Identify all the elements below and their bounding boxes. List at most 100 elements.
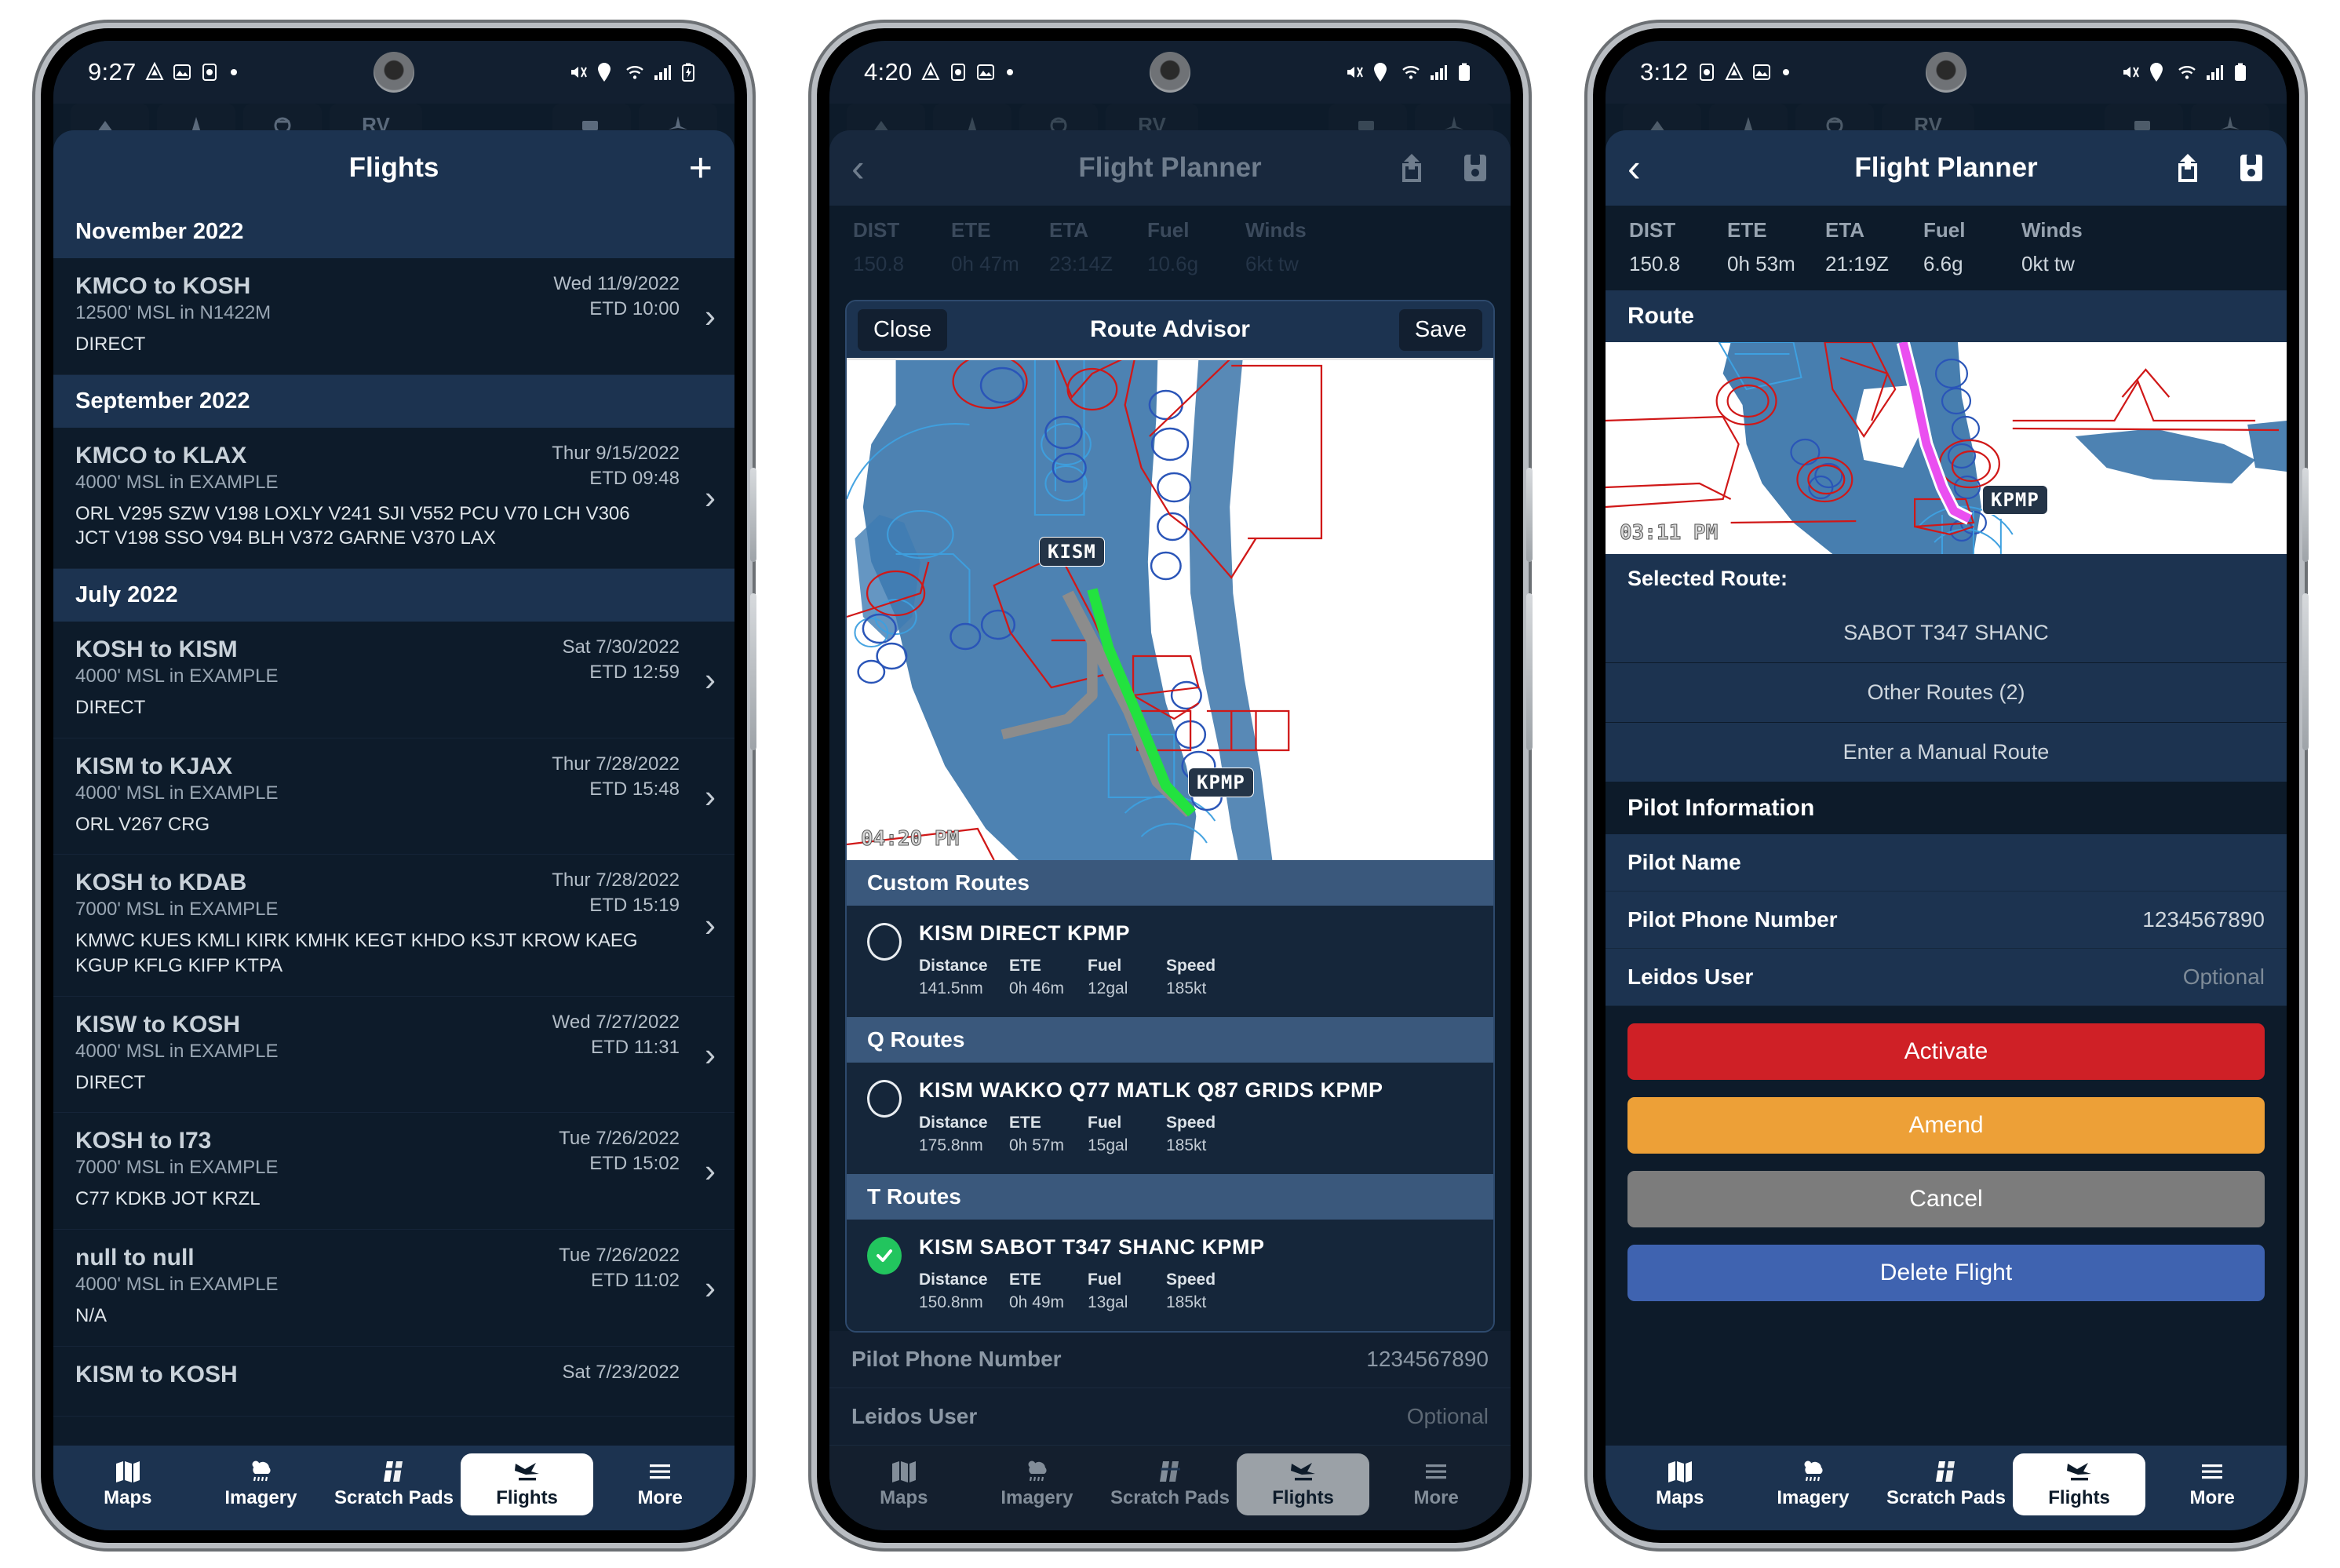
save-icon[interactable] [1462, 152, 1489, 184]
route-map[interactable]: KPMP 03:11 PM [1606, 342, 2287, 554]
activate-button[interactable]: Activate [1627, 1023, 2265, 1080]
row-key: Pilot Name [1627, 850, 1741, 874]
radio-unselected-icon[interactable] [867, 1080, 902, 1118]
route-advisor-map[interactable]: KISM KPMP 04:20 PM [847, 358, 1493, 860]
metric-value: 0h 57m [1009, 1136, 1065, 1154]
tab-more[interactable]: More [2145, 1453, 2279, 1515]
pilot-info-rows[interactable]: Pilot Name Pilot Phone Number 1234567890 Le… [1606, 834, 2287, 1006]
tab-imagery[interactable]: Imagery [195, 1453, 328, 1515]
delete-flight-button[interactable]: Delete Flight [1627, 1245, 2265, 1301]
add-flight-button[interactable]: + [689, 148, 713, 188]
cancel-button[interactable]: Cancel [1627, 1171, 2265, 1227]
volume-button[interactable] [750, 593, 756, 750]
flight-list-item[interactable]: KMCO to KLAX 4000' MSL in EXAMPLE Thur 9/1… [53, 428, 734, 570]
wifi-icon [2177, 62, 2196, 82]
route-option[interactable]: KISM SABOT T347 SHANC KPMP Distance 150.8n… [847, 1220, 1493, 1331]
map-timestamp: 03:11 PM [1619, 521, 1719, 545]
plane-icon [2065, 1460, 2094, 1483]
row-value[interactable]: 1234567890 [2142, 907, 2265, 932]
bg-row-leidos-user[interactable]: Leidos User Optional [829, 1388, 1511, 1446]
close-button[interactable]: Close [858, 308, 948, 351]
volume-button[interactable] [1526, 593, 1533, 750]
tab-scratch-pads[interactable]: Scratch Pads [1879, 1453, 2013, 1515]
power-button[interactable] [750, 468, 756, 562]
clock-icon [1697, 62, 1716, 82]
bottom-tab-bar[interactable]: Maps Imagery Scratch Pads Flights More [1606, 1446, 2287, 1530]
metric-value: 0h 46m [1009, 979, 1065, 997]
selected-route-value[interactable]: SABOT T347 SHANC [1606, 603, 2287, 663]
share-icon[interactable] [2172, 152, 2203, 184]
tab-maps[interactable]: Maps [1613, 1453, 1747, 1515]
back-button[interactable]: ‹ [1627, 145, 1641, 191]
chevron-right-icon[interactable]: › [705, 1269, 716, 1307]
flights-appbar: Flights + [53, 130, 734, 206]
chevron-right-icon[interactable]: › [705, 479, 716, 516]
flight-list-item[interactable]: KOSH to KISM 4000' MSL in EXAMPLE Sat 7/30… [53, 622, 734, 738]
stat-key: Winds [2021, 218, 2083, 242]
pilot-row-leidos-user[interactable]: Leidos User Optional [1606, 949, 2287, 1006]
tab-flights[interactable]: Flights [1236, 1453, 1370, 1515]
battery-icon [2233, 62, 2252, 82]
chevron-right-icon[interactable]: › [705, 778, 716, 815]
tab-label: Flights [1272, 1486, 1334, 1508]
flight-date: Wed 7/27/2022 [552, 1011, 680, 1033]
phone-1-screen: 9:27 RV Flights + November 2022 KMCO to … [53, 41, 734, 1530]
chevron-right-icon[interactable]: › [705, 1036, 716, 1074]
flight-etd: ETD 12:59 [589, 662, 680, 684]
bg-row-pilot-phone[interactable]: Pilot Phone Number 1234567890 [829, 1331, 1511, 1388]
back-button[interactable]: ‹ [851, 145, 865, 191]
other-routes-button[interactable]: Other Routes (2) [1606, 663, 2287, 723]
manual-route-button[interactable]: Enter a Manual Route [1606, 723, 2287, 782]
action-buttons[interactable]: Activate Amend Cancel Delete Flight [1606, 1006, 2287, 1326]
volume-button[interactable] [2302, 593, 2309, 750]
route-option[interactable]: KISM DIRECT KPMP Distance 141.5nm ETE 0h 46m… [847, 906, 1493, 1017]
power-button[interactable] [1526, 468, 1533, 562]
radio-unselected-icon[interactable] [867, 923, 902, 961]
save-button[interactable]: Save [1398, 308, 1482, 351]
status-bar: 9:27 [53, 41, 734, 104]
stat-value: 10.6g [1147, 252, 1199, 275]
clock-icon [949, 62, 968, 82]
metric-ete: ETE 0h 46m [1009, 957, 1088, 998]
tab-imagery[interactable]: Imagery [1747, 1453, 1880, 1515]
bottom-tab-bar[interactable]: Maps Imagery Scratch Pads Flights More [53, 1446, 734, 1530]
tab-imagery[interactable]: Imagery [971, 1453, 1104, 1515]
row-value[interactable]: Optional [2183, 965, 2265, 990]
tab-maps[interactable]: Maps [61, 1453, 195, 1515]
tab-more[interactable]: More [593, 1453, 727, 1515]
flight-list-item[interactable]: KMCO to KOSH 12500' MSL in N1422M Wed 11/9… [53, 258, 734, 375]
pilot-row-pilot-phone-number[interactable]: Pilot Phone Number 1234567890 [1606, 892, 2287, 949]
amend-button[interactable]: Amend [1627, 1097, 2265, 1154]
power-button[interactable] [2302, 468, 2309, 562]
tab-label: Imagery [1777, 1486, 1850, 1508]
hamburger-icon [2200, 1460, 2225, 1483]
bottom-tab-bar[interactable]: Maps Imagery Scratch Pads Flights More [829, 1446, 1511, 1530]
flight-list-item[interactable]: null to null 4000' MSL in EXAMPLE Tue 7/26… [53, 1230, 734, 1347]
tab-flights[interactable]: Flights [460, 1453, 594, 1515]
route-option-name: KISM SABOT T347 SHANC KPMP [919, 1235, 1265, 1259]
tab-maps[interactable]: Maps [837, 1453, 971, 1515]
flight-list-item[interactable]: KISM to KJAX 4000' MSL in EXAMPLE Thur 7/2… [53, 738, 734, 855]
front-camera [1150, 52, 1190, 93]
tab-scratch-pads[interactable]: Scratch Pads [327, 1453, 461, 1515]
flight-waypoints: ORL V267 CRG [75, 813, 210, 835]
route-options-list[interactable]: Custom Routes KISM DIRECT KPMP Distance 141… [847, 860, 1493, 1331]
tab-more[interactable]: More [1369, 1453, 1503, 1515]
tab-scratch-pads[interactable]: Scratch Pads [1103, 1453, 1237, 1515]
flights-list[interactable]: November 2022 KMCO to KOSH 12500' MSL in N… [53, 206, 734, 1446]
tab-flights[interactable]: Flights [2012, 1453, 2146, 1515]
chevron-right-icon[interactable]: › [705, 297, 716, 335]
flight-list-item[interactable]: KISM to KOSHSat 7/23/2022› [53, 1347, 734, 1417]
flight-list-item[interactable]: KISW to KOSH 4000' MSL in EXAMPLE Wed 7/27… [53, 997, 734, 1114]
chevron-right-icon[interactable]: › [705, 1152, 716, 1190]
save-icon[interactable] [2238, 152, 2265, 184]
route-option[interactable]: KISM WAKKO Q77 MATLK Q87 GRIDS KPMP Dista… [847, 1063, 1493, 1174]
chevron-right-icon[interactable]: › [705, 906, 716, 944]
flight-list-item[interactable]: KOSH to I73 7000' MSL in EXAMPLE Tue 7/26/… [53, 1113, 734, 1231]
chevron-right-icon[interactable]: › [705, 661, 716, 698]
flight-list-item[interactable]: KOSH to KDAB 7000' MSL in EXAMPLE Thur 7/2… [53, 855, 734, 997]
radio-selected-icon[interactable] [867, 1237, 902, 1274]
pilot-row-pilot-name[interactable]: Pilot Name [1606, 834, 2287, 892]
share-icon[interactable] [1396, 152, 1427, 184]
metric-value: 0h 49m [1009, 1293, 1065, 1311]
